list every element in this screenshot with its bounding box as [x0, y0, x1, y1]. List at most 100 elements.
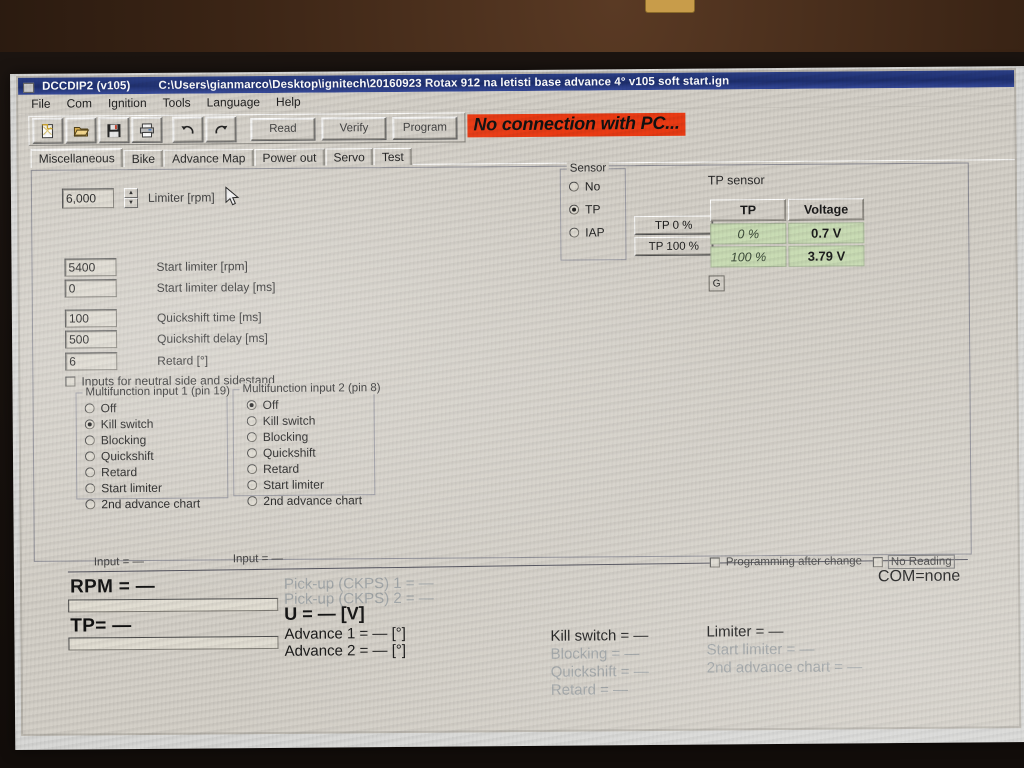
radio-icon[interactable] — [247, 480, 258, 491]
mf1-option-start-limiter[interactable]: Start limiter — [85, 480, 227, 495]
program-button[interactable]: Program — [392, 115, 458, 140]
radio-icon-selected[interactable] — [569, 204, 580, 215]
menu-item-com[interactable]: Com — [59, 95, 100, 111]
desk-surface — [0, 0, 1024, 58]
tp-sensor-table: TP Voltage 0 % 0.7 V 100 % 3.79 V — [708, 196, 867, 269]
start-limiter-delay-input[interactable]: 0 — [64, 279, 117, 298]
mf1-option-2nd-advance-chart[interactable]: 2nd advance chart — [85, 496, 227, 511]
mf2-option-off[interactable]: Off — [246, 397, 374, 412]
mf1-option-blocking[interactable]: Blocking — [84, 432, 227, 447]
g-indicator[interactable]: G — [708, 275, 725, 292]
read-button[interactable]: Read — [250, 117, 316, 141]
sensor-label: TP — [585, 202, 601, 217]
start-limiter-input[interactable]: 5400 — [64, 258, 117, 277]
radio-icon[interactable] — [246, 432, 257, 443]
mf2-option-start-limiter[interactable]: Start limiter — [247, 477, 374, 492]
radio-icon[interactable] — [84, 451, 96, 462]
radio-icon[interactable] — [85, 483, 96, 494]
radio-icon[interactable] — [85, 499, 96, 510]
menu-item-file[interactable]: File — [23, 96, 58, 112]
start-limiter-delay-row: 0 Start limiter delay [ms] — [64, 278, 276, 298]
multifunction-input-2-caption: Multifunction input 2 (pin 8) — [239, 382, 384, 396]
tab-label: Test — [381, 149, 404, 165]
radio-icon[interactable] — [247, 496, 258, 507]
window-file-path: C:\Users\gianmarco\Desktop\ignitech\2016… — [158, 74, 730, 92]
mf1-option-retard[interactable]: Retard — [85, 464, 227, 479]
mf2-option-quickshift[interactable]: Quickshift — [246, 445, 374, 460]
mf1-label: Off — [100, 401, 117, 416]
mf2-option-kill-switch[interactable]: Kill switch — [246, 413, 374, 428]
start-limiter-label: Start limiter [rpm] — [156, 259, 248, 274]
new-file-icon[interactable] — [32, 117, 64, 144]
tp-100-percent-button[interactable]: TP 100 % — [634, 236, 714, 257]
tp-sensor-table-wrap: TP Voltage 0 % 0.7 V 100 % 3.79 V — [708, 196, 867, 269]
menu-item-ignition[interactable]: Ignition — [100, 95, 155, 111]
redo-icon[interactable] — [205, 116, 237, 143]
sensor-label: No — [584, 179, 601, 194]
verify-button-label: Verify — [339, 122, 369, 135]
limiter-readout: Limiter = — — [706, 622, 784, 641]
mf1-option-off[interactable]: Off — [84, 400, 227, 416]
limiter-spinner-up[interactable]: ▲ — [123, 187, 138, 199]
quickshift-delay-row: 500 Quickshift delay [ms] — [65, 329, 268, 349]
tp-0-percent-button[interactable]: TP 0 % — [634, 215, 714, 236]
tab-test[interactable]: Test — [373, 147, 412, 166]
sensor-option-no[interactable]: No — [568, 179, 625, 194]
print-icon[interactable] — [131, 116, 163, 144]
radio-icon[interactable] — [85, 467, 96, 478]
tab-advance-map[interactable]: Advance Map — [163, 149, 254, 167]
radio-icon-selected[interactable] — [84, 419, 95, 430]
menu-item-help[interactable]: Help — [268, 94, 309, 110]
radio-icon[interactable] — [569, 227, 580, 238]
radio-icon[interactable] — [246, 448, 258, 459]
rpm-bar — [68, 597, 279, 613]
mf2-option-2nd-advance-chart[interactable]: 2nd advance chart — [247, 493, 374, 508]
table-row: 100 % 3.79 V — [710, 245, 865, 268]
menu-item-language[interactable]: Language — [199, 94, 269, 111]
mf1-label: Quickshift — [100, 448, 154, 464]
tab-label: Miscellaneous — [38, 151, 115, 166]
mf2-label: Start limiter — [263, 477, 324, 493]
mf1-option-kill-switch[interactable]: Kill switch — [84, 416, 227, 431]
sensor-option-iap[interactable]: IAP — [569, 225, 625, 239]
radio-icon[interactable] — [84, 403, 95, 414]
quickshift-time-input[interactable]: 100 — [64, 309, 117, 328]
retard-row: 6 Retard [°] — [65, 351, 208, 371]
second-advance-chart-readout: 2nd advance chart = — — [706, 658, 863, 677]
save-floppy-icon[interactable] — [98, 117, 130, 144]
radio-icon[interactable] — [247, 464, 258, 475]
sticky-tab-object — [645, 0, 695, 13]
limiter-spinner-down[interactable]: ▼ — [123, 197, 139, 209]
quickshift-delay-input[interactable]: 500 — [65, 330, 118, 349]
limiter-spinner[interactable]: ▲ ▼ — [123, 187, 139, 209]
radio-icon[interactable] — [246, 416, 257, 427]
tab-power-out[interactable]: Power out — [254, 148, 325, 167]
mf1-option-quickshift[interactable]: Quickshift — [84, 448, 227, 464]
programming-after-change-checkbox[interactable] — [709, 557, 720, 568]
tab-label: Bike — [131, 151, 156, 167]
toolbar: Read Verify Program — [28, 112, 466, 146]
multifunction-input-2-group: Multifunction input 2 (pin 8) Off Kill s… — [232, 382, 384, 508]
open-folder-icon[interactable] — [65, 117, 97, 144]
mf2-label: Blocking — [262, 429, 309, 445]
neutral-sidestand-checkbox[interactable] — [65, 376, 76, 387]
no-reading-checkbox[interactable] — [872, 557, 883, 568]
retard-input[interactable]: 6 — [65, 352, 118, 371]
tab-miscellaneous[interactable]: Miscellaneous — [30, 148, 123, 168]
menu-item-tools[interactable]: Tools — [155, 95, 199, 111]
limiter-input[interactable]: 6,000 — [61, 188, 115, 209]
undo-icon[interactable] — [172, 116, 204, 143]
start-limiter-row: 5400 Start limiter [rpm] — [64, 257, 248, 277]
radio-icon[interactable] — [84, 435, 95, 446]
sensor-label: IAP — [585, 225, 605, 240]
mf2-option-blocking[interactable]: Blocking — [246, 429, 374, 445]
tab-bike[interactable]: Bike — [123, 149, 164, 168]
mf2-option-retard[interactable]: Retard — [247, 461, 374, 476]
sensor-option-tp[interactable]: TP — [569, 202, 625, 216]
verify-button[interactable]: Verify — [321, 116, 387, 141]
tp-bar — [68, 635, 279, 651]
radio-icon[interactable] — [568, 181, 579, 192]
radio-icon-selected[interactable] — [246, 400, 257, 411]
tab-servo[interactable]: Servo — [325, 148, 373, 166]
programming-after-change-row[interactable]: Programming after change — [709, 555, 862, 568]
